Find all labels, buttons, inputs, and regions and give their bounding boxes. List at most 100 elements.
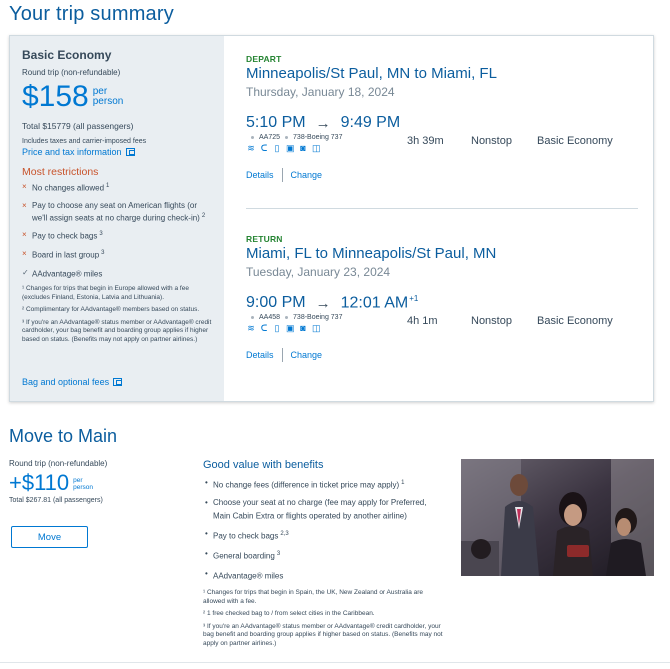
footnote: ¹ Changes for trips that begin in Europe… bbox=[22, 285, 189, 301]
next-day-indicator: +1 bbox=[409, 294, 419, 303]
depart-change-link[interactable]: Change bbox=[291, 170, 323, 180]
restriction-text: Board in last group 3 bbox=[32, 249, 105, 260]
return-times: 9:00 PM → 12:01 AM+1 bbox=[246, 294, 638, 312]
footnote: ³ If you're an AAdvantage® status member… bbox=[203, 622, 443, 647]
usb-icon: ▯ bbox=[274, 143, 280, 153]
arrow-right-icon: → bbox=[315, 114, 331, 132]
fare-total: Total $15779 (all passengers) bbox=[22, 121, 134, 131]
fare-trip-type: Round trip (non-refundable) bbox=[22, 68, 121, 77]
entertainment-icon: ▣ bbox=[286, 323, 295, 334]
cabin-photo-illustration bbox=[461, 459, 654, 576]
bullet-icon: • bbox=[205, 528, 208, 538]
upgrade-trip-type: Round trip (non-refundable) bbox=[9, 459, 108, 468]
return-details-link[interactable]: Details bbox=[246, 350, 274, 360]
bullet-icon: • bbox=[205, 548, 208, 558]
snack-icon: ◫ bbox=[312, 323, 321, 334]
departure-time: 9:00 PM bbox=[246, 294, 306, 312]
benefit-text: AAdvantage® miles bbox=[213, 571, 284, 581]
cabin: Basic Economy bbox=[537, 315, 613, 327]
benefit-text: General boarding 3 bbox=[213, 550, 281, 561]
trip-summary-card: Basic Economy Round trip (non-refundable… bbox=[9, 35, 654, 402]
restrictions-list: × No changes allowed 1 × Pay to choose any s… bbox=[22, 181, 212, 279]
wifi-icon: ≋ bbox=[247, 143, 255, 153]
upgrade-footnotes: ¹ Changes for trips that begin in Spain,… bbox=[203, 589, 443, 648]
bullet-icon: • bbox=[205, 498, 208, 508]
benefit-item: • Choose your seat at no charge (fee may … bbox=[203, 498, 443, 522]
fare-name: Basic Economy bbox=[22, 48, 112, 62]
check-icon: ✓ bbox=[22, 267, 29, 277]
promo-photo bbox=[461, 459, 654, 576]
return-links: Details Change bbox=[246, 348, 638, 363]
benefit-item: • No change fees (difference in ticket pr… bbox=[203, 478, 443, 491]
fare-per-person: per person bbox=[92, 86, 124, 107]
x-icon: × bbox=[22, 182, 27, 191]
depart-segment: DEPART Minneapolis/St Paul, MN to Miami,… bbox=[246, 54, 638, 182]
snack-icon: ◫ bbox=[312, 143, 321, 153]
restriction-item: × Pay to choose any seat on American flig… bbox=[22, 200, 212, 224]
power-outlet-icon: ᑕ bbox=[260, 323, 268, 334]
benefits-list: • No change fees (difference in ticket pr… bbox=[203, 478, 443, 582]
footnote: ² 1 free checked bag to / from select ci… bbox=[203, 610, 375, 618]
wifi-icon: ≋ bbox=[247, 323, 255, 334]
upgrade-title: Move to Main bbox=[9, 426, 118, 446]
arrival-time: 12:01 AM+1 bbox=[340, 294, 419, 312]
upgrade-benefits: Good value with benefits • No change fees… bbox=[203, 459, 443, 652]
depart-details-link[interactable]: Details bbox=[246, 170, 274, 180]
benefit-item: • General boarding 3 bbox=[203, 549, 443, 562]
flight-number: AA725 bbox=[259, 134, 281, 141]
aircraft: 738-Boeing 737 bbox=[293, 314, 343, 322]
depart-route: Minneapolis/St Paul, MN to Miami, FL bbox=[246, 65, 497, 82]
benefit-text: Pay to check bags 2,3 bbox=[213, 530, 289, 541]
return-tag: RETURN bbox=[246, 234, 283, 244]
upgrade-per-person: per person bbox=[73, 477, 94, 491]
fare-panel: Basic Economy Round trip (non-refundable… bbox=[10, 36, 224, 401]
bag-fees-link[interactable]: Bag and optional fees bbox=[22, 377, 123, 387]
restriction-text: AAdvantage® miles bbox=[32, 269, 103, 279]
movie-icon: ◙ bbox=[300, 143, 306, 153]
power-outlet-icon: ᑕ bbox=[260, 143, 268, 153]
fare-footnotes: ¹ Changes for trips that begin in Europe… bbox=[22, 285, 212, 344]
stops: Nonstop bbox=[471, 315, 512, 327]
benefit-text: No change fees (difference in ticket pri… bbox=[213, 480, 405, 490]
x-icon: × bbox=[22, 248, 27, 258]
arrival-time: 9:49 PM bbox=[340, 114, 401, 131]
cabin: Basic Economy bbox=[537, 135, 613, 147]
restriction-item: × No changes allowed 1 bbox=[22, 181, 212, 194]
depart-links: Details Change bbox=[246, 168, 638, 182]
depart-times: 5:10 PM → 9:49 PM bbox=[246, 114, 638, 132]
footnote: ³ If you're an AAdvantage® status member… bbox=[22, 318, 212, 343]
return-route: Miami, FL to Minneapolis/St Paul, MN bbox=[246, 245, 497, 262]
external-link-icon bbox=[113, 378, 123, 386]
bullet-icon: • bbox=[205, 569, 208, 579]
x-icon: × bbox=[22, 230, 27, 240]
price-tax-info-link[interactable]: Price and tax information bbox=[22, 147, 212, 157]
upgrade-price-amount: +$110 bbox=[9, 470, 70, 495]
aircraft: 738-Boeing 737 bbox=[293, 134, 343, 141]
divider bbox=[281, 168, 283, 182]
upgrade-price: +$110 per person bbox=[9, 471, 189, 495]
restriction-text: Pay to choose any seat on American fligh… bbox=[32, 200, 206, 223]
restriction-text: Pay to check bags 3 bbox=[32, 231, 103, 241]
move-button[interactable]: Move bbox=[11, 526, 88, 548]
departure-time: 5:10 PM bbox=[246, 114, 306, 131]
stops: Nonstop bbox=[471, 135, 512, 147]
duration: 4h 1m bbox=[407, 315, 438, 327]
divider bbox=[281, 348, 283, 363]
benefit-text: Choose your seat at no charge (fee may a… bbox=[213, 498, 427, 521]
return-segment: RETURN Miami, FL to Minneapolis/St Paul,… bbox=[246, 234, 638, 363]
benefit-item: • Pay to check bags 2,3 bbox=[203, 529, 443, 542]
return-date: Tuesday, January 23, 2024 bbox=[246, 265, 391, 279]
restriction-item: ✓ AAdvantage® miles bbox=[22, 267, 212, 280]
flight-number: AA458 bbox=[259, 314, 281, 322]
depart-tag: DEPART bbox=[246, 54, 282, 64]
external-link-icon bbox=[125, 148, 135, 156]
restriction-item: × Board in last group 3 bbox=[22, 248, 212, 261]
return-change-link[interactable]: Change bbox=[291, 350, 323, 360]
upgrade-price-panel: Round trip (non-refundable) +$110 per per… bbox=[9, 459, 189, 548]
fare-price-amount: $158 bbox=[22, 80, 89, 113]
usb-icon: ▯ bbox=[274, 323, 280, 334]
segment-divider bbox=[246, 208, 638, 209]
upgrade-total: Total $267.81 (all passengers) bbox=[9, 497, 103, 504]
footnote: ¹ Changes for trips that begin in Spain,… bbox=[203, 589, 424, 605]
restrictions-title: Most restrictions bbox=[22, 166, 99, 178]
